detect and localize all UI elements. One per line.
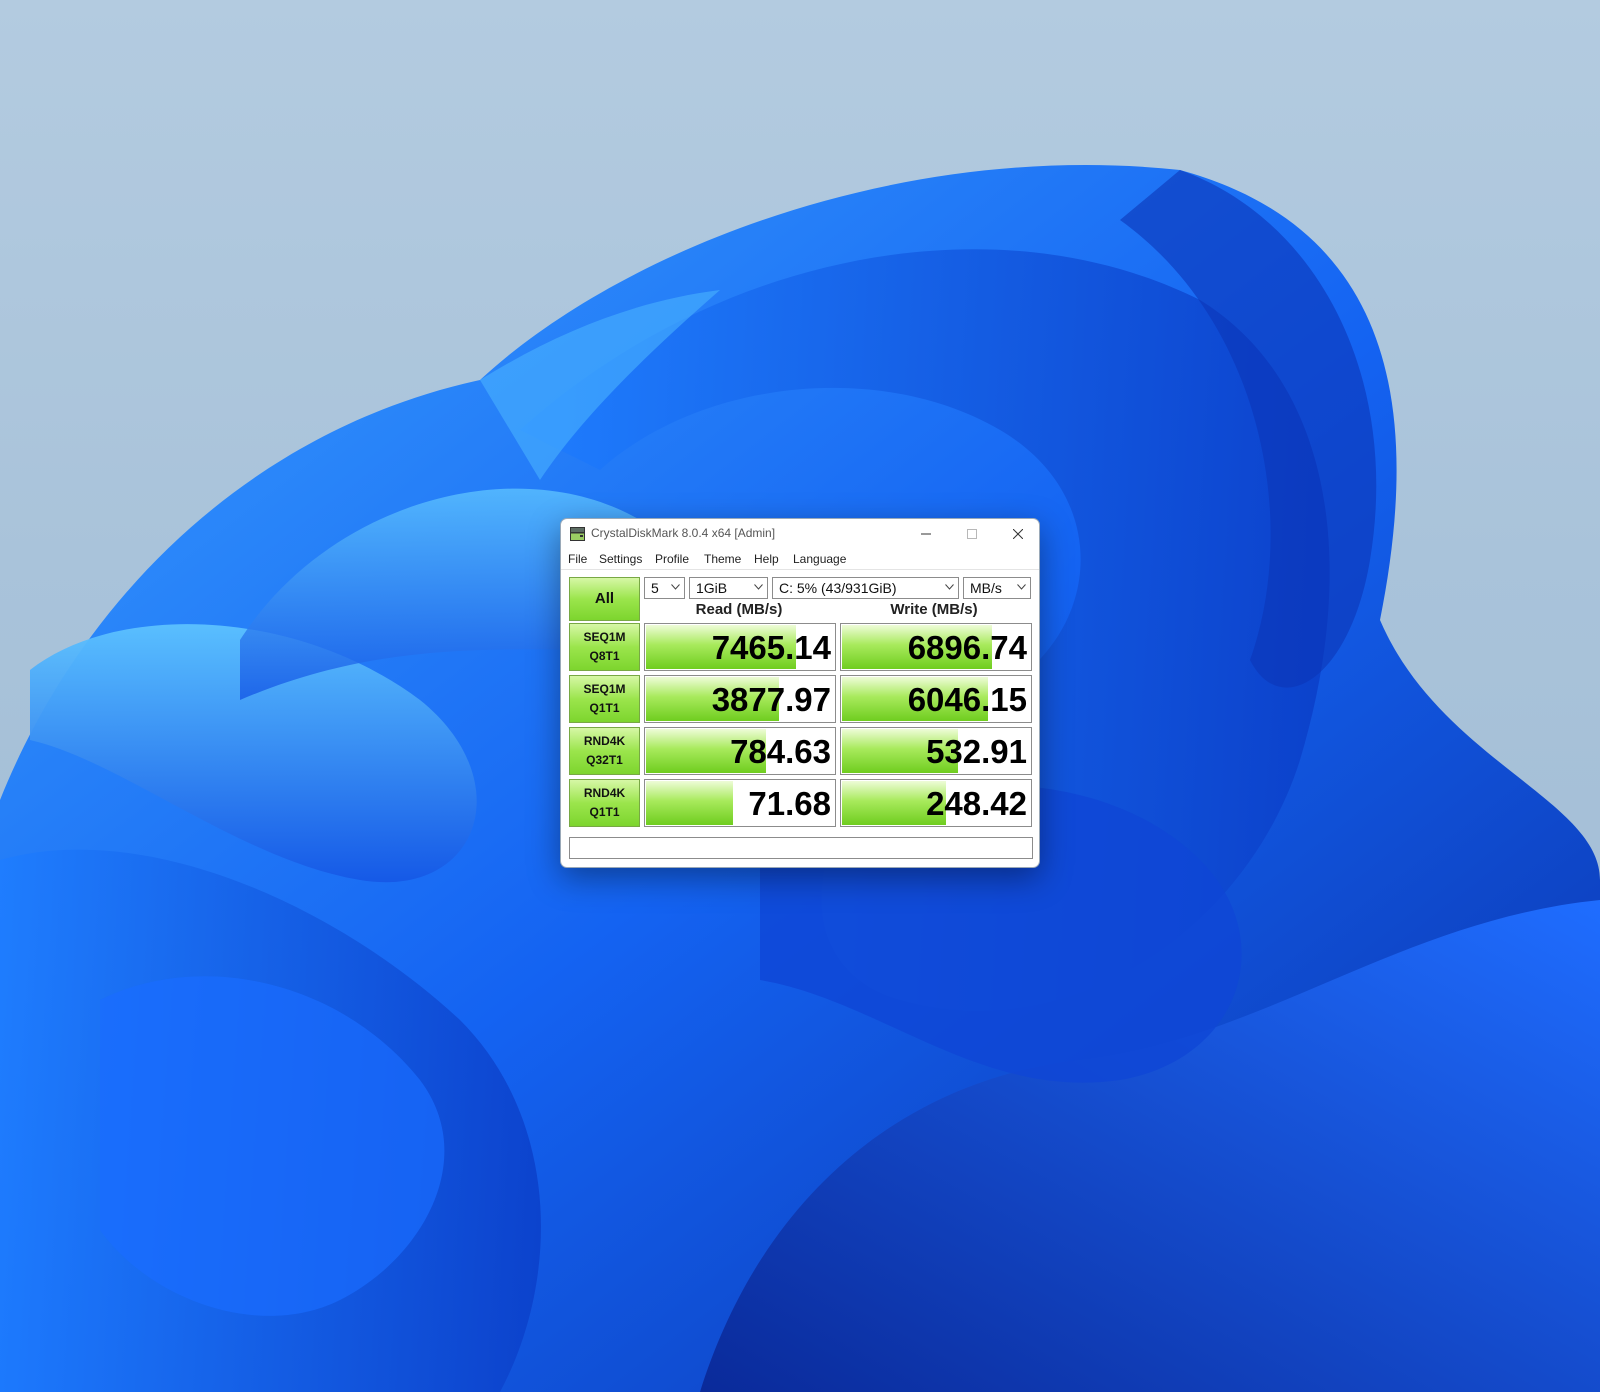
menu-file[interactable]: File <box>568 552 587 566</box>
minimize-button[interactable] <box>903 519 949 549</box>
title-bar[interactable]: CrystalDiskMark 8.0.4 x64 [Admin] <box>561 519 1039 549</box>
close-button[interactable] <box>995 519 1039 549</box>
test-name-line1: RND4K <box>583 786 626 800</box>
drive-select[interactable]: C: 5% (43/931GiB) <box>772 577 959 599</box>
write-result-value: 6896.74 <box>907 629 1027 666</box>
write-result-value: 6046.15 <box>907 681 1027 718</box>
drive-value: C: 5% (43/931GiB) <box>779 580 897 596</box>
menu-bar: File Settings Profile Theme Help Languag… <box>561 549 1039 570</box>
chevron-down-icon <box>754 584 763 590</box>
read-result-value: 7465.14 <box>711 629 831 666</box>
test-name-line1: SEQ1M <box>583 630 626 644</box>
read-column-header: Read (MB/s) <box>695 601 783 618</box>
write-result-cell: 6896.74 <box>840 623 1032 671</box>
read-result-cell: 784.63 <box>644 727 836 775</box>
test-button-seq1m-q8t1[interactable]: SEQ1M Q8T1 <box>569 623 640 671</box>
test-button-rnd4k-q32t1[interactable]: RND4K Q32T1 <box>569 727 640 775</box>
test-name-line1: SEQ1M <box>583 682 626 696</box>
write-result-value: 532.91 <box>926 733 1027 770</box>
app-disk-icon <box>570 527 585 541</box>
read-result-value: 3877.97 <box>711 681 831 718</box>
read-result-value: 784.63 <box>730 733 831 770</box>
read-result-cell: 7465.14 <box>644 623 836 671</box>
test-button-seq1m-q1t1[interactable]: SEQ1M Q1T1 <box>569 675 640 723</box>
all-button[interactable]: All <box>569 577 640 621</box>
maximize-icon <box>967 529 977 539</box>
minimize-icon <box>921 533 931 535</box>
test-name-line1: RND4K <box>583 734 626 748</box>
unit-select[interactable]: MB/s <box>963 577 1031 599</box>
crystaldiskmark-window: CrystalDiskMark 8.0.4 x64 [Admin] File S… <box>560 518 1040 868</box>
test-size-select[interactable]: 1GiB <box>689 577 768 599</box>
write-result-cell: 532.91 <box>840 727 1032 775</box>
read-result-bar <box>646 781 734 825</box>
chevron-down-icon <box>1017 584 1026 590</box>
close-icon <box>1013 529 1023 539</box>
test-name-line2: Q1T1 <box>589 805 620 819</box>
test-size-value: 1GiB <box>696 580 728 596</box>
test-name-line2: Q8T1 <box>589 649 620 663</box>
read-result-value: 71.68 <box>748 785 831 822</box>
menu-language[interactable]: Language <box>793 552 846 566</box>
maximize-button[interactable] <box>949 519 995 549</box>
write-result-value: 248.42 <box>926 785 1027 822</box>
read-result-cell: 3877.97 <box>644 675 836 723</box>
read-result-cell: 71.68 <box>644 779 836 827</box>
menu-theme[interactable]: Theme <box>704 552 741 566</box>
write-column-header: Write (MB/s) <box>890 601 978 618</box>
test-name-line2: Q32T1 <box>586 753 623 767</box>
unit-value: MB/s <box>970 580 1002 596</box>
chevron-down-icon <box>671 584 680 590</box>
write-result-cell: 248.42 <box>840 779 1032 827</box>
chevron-down-icon <box>945 584 954 590</box>
test-count-value: 5 <box>651 580 659 596</box>
menu-profile[interactable]: Profile <box>655 552 689 566</box>
test-name-line2: Q1T1 <box>589 701 620 715</box>
test-count-select[interactable]: 5 <box>644 577 685 599</box>
window-title: CrystalDiskMark 8.0.4 x64 [Admin] <box>591 526 776 540</box>
write-result-cell: 6046.15 <box>840 675 1032 723</box>
menu-help[interactable]: Help <box>754 552 779 566</box>
test-button-rnd4k-q1t1[interactable]: RND4K Q1T1 <box>569 779 640 827</box>
menu-settings[interactable]: Settings <box>599 552 642 566</box>
comment-input[interactable] <box>569 837 1033 859</box>
